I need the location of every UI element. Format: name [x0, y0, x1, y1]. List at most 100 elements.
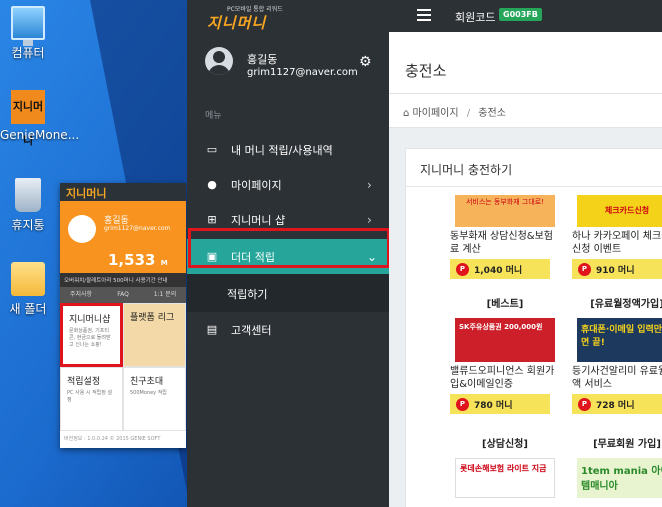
preview-grid: 지니머니샵 문화상품권, 기프티콘, 현금으로 돌려받고 신나는 쇼핑! 플랫폼… — [60, 303, 186, 431]
product-card[interactable]: [베스트] SK주유상품권 200,000원 밸류드오피니언스 회원가입&이메일… — [450, 295, 560, 414]
app-window: PC모바일 통합 리워드 지니머니 회원코드 G003FB 홍길동 grim11… — [187, 0, 662, 507]
product-card[interactable]: [상담신청] 롯데손해보험 라이트 지금 — [450, 435, 560, 498]
preview-logo: 지니머니 — [60, 183, 186, 201]
member-code-label: 회원코드 — [455, 11, 496, 24]
hamburger-menu-icon[interactable] — [417, 9, 431, 21]
avatar — [68, 215, 96, 243]
battery-icon: ▣ — [206, 250, 218, 263]
home-icon: ⌂ — [403, 108, 410, 119]
preview-tab[interactable]: 주지사항 — [60, 287, 102, 303]
product-banner: 체크카드신청 — [577, 195, 662, 227]
price-value: 780 머니 — [474, 400, 513, 411]
desktop-icon-label: GenieMone... — [0, 128, 80, 142]
user-icon: ● — [207, 178, 217, 191]
app-icon: 지니머니 — [11, 90, 45, 147]
app-preview-widget: 지니머니 홍길동 grim1127@naver.com 1,533 M 오버워치… — [60, 183, 186, 448]
page-title: 충전소 — [389, 32, 662, 94]
product-price: P 910 머니 — [572, 259, 662, 279]
preview-email: grim1127@naver.com — [104, 225, 171, 232]
desktop-icon-label: 휴지통 — [11, 218, 45, 232]
desktop-icon-new-folder[interactable]: 새 폴더 — [0, 262, 56, 317]
preview-tab[interactable]: FAQ — [102, 287, 144, 303]
wallet-icon: ▭ — [206, 143, 218, 156]
breadcrumb-item[interactable]: 마이페이지 — [413, 108, 459, 119]
chevron-right-icon: › — [367, 212, 372, 227]
sidebar-profile: 홍길동 grim1127@naver.com ⚙ — [187, 32, 389, 94]
product-tag: [무료회원 가입] — [593, 439, 661, 450]
product-name: 밸류드오피니언스 회원가입&이메일인증 — [450, 366, 555, 390]
product-name: 등기사건알리미 유료월정액 서비스 — [572, 366, 662, 390]
preview-tab[interactable]: 1:1 문의 — [144, 287, 186, 303]
sidebar-item-label: 지니머니 샵 — [231, 213, 286, 227]
product-price: P 1,040 머니 — [450, 259, 550, 279]
product-tag: [상담신청] — [482, 439, 528, 450]
chat-icon: ▤ — [206, 323, 218, 336]
product-card[interactable]: [무료회원 가입] 1tem mania 아이템매니아 — [572, 435, 662, 498]
desktop-icon-label: 컴퓨터 — [11, 46, 45, 60]
preview-cell-title: 지니머니샵 — [69, 315, 111, 325]
preview-cell-title: 적립설정 — [67, 377, 101, 387]
user-name: 홍길동 — [247, 53, 278, 66]
sidebar-item-shop[interactable]: ⊞ 지니머니 샵 › — [187, 202, 389, 237]
product-card[interactable]: [유료월정액가입] 휴대폰·이메일 입력만하면 끝! 등기사건알리미 유료월정액… — [572, 295, 662, 414]
member-code-badge: G003FB — [499, 8, 542, 21]
preview-cell-title: 플랫폼 리그 — [130, 313, 175, 323]
sidebar: 홍길동 grim1127@naver.com ⚙ 메뉴 ▭ 내 머니 적립/사용… — [187, 32, 390, 507]
avatar — [205, 47, 233, 75]
product-tag: [유료월정액가입] — [590, 299, 662, 310]
product-banner: SK주유상품권 200,000원 — [455, 318, 555, 362]
product-card[interactable]: 체크카드신청 하나 카카오페이 체크카드 신청 이벤트 P 910 머니 — [572, 195, 662, 279]
chevron-down-icon: ⌄ — [367, 249, 378, 264]
logo-subtitle: PC모바일 통합 리워드 — [227, 6, 283, 13]
preview-money: 1,533 M — [108, 251, 168, 269]
sidebar-item-earn-more[interactable]: ▣ 더더 적립 ⌄ — [187, 239, 389, 274]
product-price: P 780 머니 — [450, 394, 550, 414]
sidebar-item-support[interactable]: ▤ 고객센터 — [187, 312, 389, 347]
logo-text: 지니머니 — [207, 14, 267, 32]
gear-icon[interactable]: ⚙ — [359, 54, 372, 70]
point-icon: P — [578, 397, 591, 411]
money-unit: M — [160, 259, 168, 267]
product-banner: 휴대폰·이메일 입력만하면 끝! — [577, 318, 662, 362]
preview-cell-settings[interactable]: 적립설정 PC 사용 시 적립정 설정 — [60, 367, 123, 431]
preview-cell-desc: 500Money 적립 — [130, 390, 167, 396]
product-tag: [베스트] — [486, 299, 524, 310]
preview-cell-desc: 문화상품권, 기프티콘, 현금으로 돌려받고 신나는 쇼핑! — [69, 328, 111, 348]
preview-cell-title: 친구초대 — [130, 377, 164, 387]
price-value: 1,040 머니 — [474, 265, 523, 276]
app-logo[interactable]: PC모바일 통합 리워드 지니머니 — [207, 4, 283, 32]
charge-panel: 지니머니 충전하기 서비스는 동부화재 그대로! 동부화재 상담신청&보험료 계… — [405, 148, 662, 507]
price-value: 910 머니 — [596, 265, 635, 276]
sidebar-item-label: 마이페이지 — [231, 178, 282, 192]
breadcrumb-item: 충전소 — [478, 108, 506, 119]
top-bar: PC모바일 통합 리워드 지니머니 회원코드 G003FB — [187, 0, 662, 32]
chevron-right-icon: › — [367, 177, 372, 192]
desktop-icon-geniemoney[interactable]: 지니머니 GenieMone... — [0, 90, 79, 147]
point-icon: P — [578, 262, 591, 276]
product-banner: 1tem mania 아이템매니아 — [577, 458, 662, 498]
user-email: grim1127@naver.com — [247, 67, 358, 78]
preview-tabs: 주지사항 FAQ 1:1 문의 — [60, 287, 186, 303]
gift-icon: ⊞ — [207, 213, 217, 226]
breadcrumb-separator: / — [466, 108, 471, 119]
product-name: 동부화재 상담신청&보험료 계산 — [450, 231, 553, 255]
desktop-icon-recycle-bin[interactable]: 휴지통 — [0, 178, 56, 233]
product-banner: 서비스는 동부화재 그대로! — [455, 195, 555, 227]
sidebar-subitem-earn[interactable]: 적립하기 — [187, 274, 389, 312]
point-icon: P — [456, 262, 469, 276]
preview-cell-shop[interactable]: 지니머니샵 문화상품권, 기프티콘, 현금으로 돌려받고 신나는 쇼핑! — [60, 303, 123, 367]
recycle-bin-icon — [15, 178, 41, 212]
breadcrumb: ⌂ 마이페이지 / 충전소 — [389, 94, 662, 128]
preview-footer: 버전정보 : 1.0.0.24 © 2015 GENIE SOFT — [64, 436, 161, 442]
main-content: 충전소 ⌂ 마이페이지 / 충전소 지니머니 충전하기 서비스는 동부화재 그대… — [389, 32, 662, 507]
money-value: 1,533 — [108, 251, 156, 269]
product-card[interactable]: 서비스는 동부화재 그대로! 동부화재 상담신청&보험료 계산 P 1,040 머… — [450, 195, 560, 279]
sidebar-item-mypage[interactable]: ● 마이페이지 › — [187, 167, 389, 202]
preview-cell-league[interactable]: 플랫폼 리그 — [123, 303, 186, 367]
preview-cell-invite[interactable]: 친구초대 500Money 적립 — [123, 367, 186, 431]
desktop-icon-computer[interactable]: 컴퓨터 — [0, 6, 56, 61]
sidebar-item-money-history[interactable]: ▭ 내 머니 적립/사용내역 — [187, 132, 389, 167]
price-value: 728 머니 — [596, 400, 635, 411]
preview-cell-desc: PC 사용 시 적립정 설정 — [67, 390, 113, 403]
point-icon: P — [456, 397, 469, 411]
